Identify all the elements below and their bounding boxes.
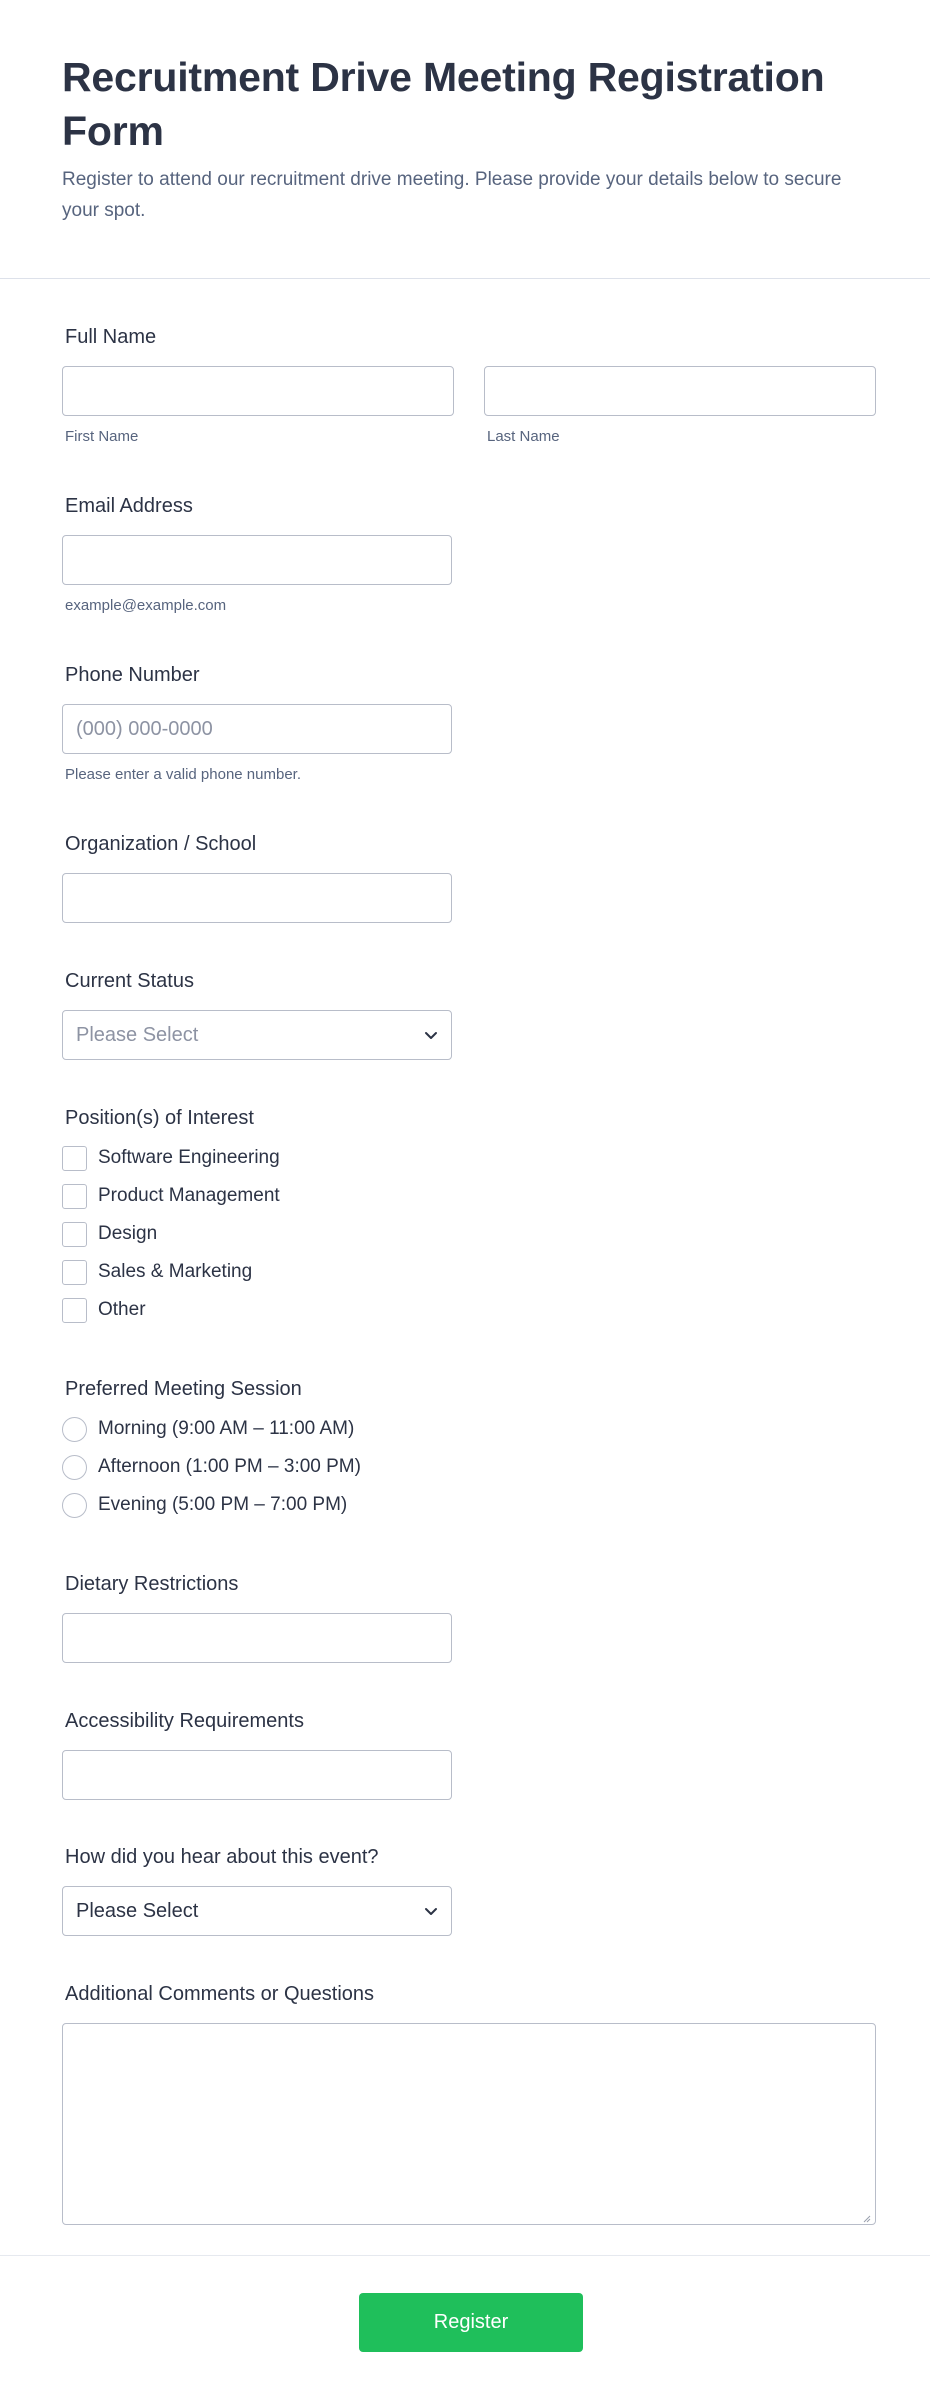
comments-textarea[interactable] [62,2023,876,2225]
heard-about-field: How did you hear about this event? Pleas… [62,1846,452,1936]
session-option-morning[interactable]: Morning (9:00 AM – 11:00 AM) [62,1410,361,1448]
option-label: Morning (9:00 AM – 11:00 AM) [98,1418,355,1439]
current-status-label: Current Status [65,970,194,992]
email-label: Email Address [65,495,193,517]
organization-label: Organization / School [65,833,257,855]
checkbox[interactable] [62,1183,87,1209]
last-name-input[interactable] [484,366,876,416]
position-option-other[interactable]: Other [62,1291,280,1329]
radio-button[interactable] [62,1492,87,1518]
comments-label: Additional Comments or Questions [65,1983,375,2005]
phone-label: Phone Number [65,664,200,686]
full-name-field: Full Name First Name Last Name [62,326,876,445]
organization-field: Organization / School [62,833,452,923]
position-option-software-engineering[interactable]: Software Engineering [62,1139,280,1177]
accessibility-label: Accessibility Requirements [65,1710,304,1732]
option-label: Software Engineering [98,1147,280,1168]
option-label: Design [98,1223,158,1244]
checkbox[interactable] [62,1297,87,1323]
heard-about-select[interactable]: Please Select [62,1886,452,1936]
current-status-selected: Please Select [76,1023,199,1046]
form-page: Recruitment Drive Meeting Registration F… [0,0,930,2403]
email-field: Email Address example@example.com [62,495,452,614]
register-button[interactable]: Register [359,2293,583,2352]
dietary-label: Dietary Restrictions [65,1573,239,1595]
option-label: Evening (5:00 PM – 7:00 PM) [98,1494,348,1515]
option-label: Sales & Marketing [98,1261,253,1282]
phone-sublabel: Please enter a valid phone number. [65,766,301,783]
position-option-product-management[interactable]: Product Management [62,1177,280,1215]
session-label: Preferred Meeting Session [65,1378,302,1400]
accessibility-field: Accessibility Requirements [62,1710,452,1800]
session-option-evening[interactable]: Evening (5:00 PM – 7:00 PM) [62,1486,361,1524]
checkbox[interactable] [62,1259,87,1285]
session-field: Preferred Meeting Session Morning (9:00 … [62,1378,361,1524]
chevron-down-icon [424,1907,438,1916]
form-header: Recruitment Drive Meeting Registration F… [0,0,930,279]
checkbox[interactable] [62,1145,87,1171]
heard-about-label: How did you hear about this event? [65,1846,379,1868]
session-option-afternoon[interactable]: Afternoon (1:00 PM – 3:00 PM) [62,1448,361,1486]
radio-button[interactable] [62,1454,87,1480]
email-input[interactable] [62,535,452,585]
full-name-label: Full Name [65,326,157,348]
comments-field: Additional Comments or Questions [62,1983,876,2225]
positions-field: Position(s) of Interest Software Enginee… [62,1107,280,1329]
option-label: Product Management [98,1185,280,1206]
chevron-down-icon [424,1031,438,1040]
option-label: Other [98,1299,146,1320]
email-sublabel: example@example.com [65,597,227,614]
current-status-select[interactable]: Please Select [62,1010,452,1060]
heard-about-selected: Please Select [76,1899,199,1922]
dietary-field: Dietary Restrictions [62,1573,452,1663]
radio-button[interactable] [62,1416,87,1442]
position-option-design[interactable]: Design [62,1215,280,1253]
resize-handle-icon[interactable] [861,2210,871,2223]
form-footer: Register [0,2255,930,2404]
position-option-sales-marketing[interactable]: Sales & Marketing [62,1253,280,1291]
dietary-input[interactable] [62,1613,452,1663]
current-status-field: Current Status Please Select [62,970,452,1060]
first-name-input[interactable] [62,366,454,416]
phone-input[interactable] [62,704,452,754]
page-title: Recruitment Drive Meeting Registration F… [62,54,825,154]
page-subtitle: Register to attend our recruitment drive… [62,169,842,221]
phone-field: Phone Number Please enter a valid phone … [62,664,452,783]
last-name-sublabel: Last Name [487,428,560,445]
positions-label: Position(s) of Interest [65,1107,254,1129]
checkbox[interactable] [62,1221,87,1247]
accessibility-input[interactable] [62,1750,452,1800]
option-label: Afternoon (1:00 PM – 3:00 PM) [98,1456,361,1477]
first-name-sublabel: First Name [65,428,139,445]
organization-input[interactable] [62,873,452,923]
